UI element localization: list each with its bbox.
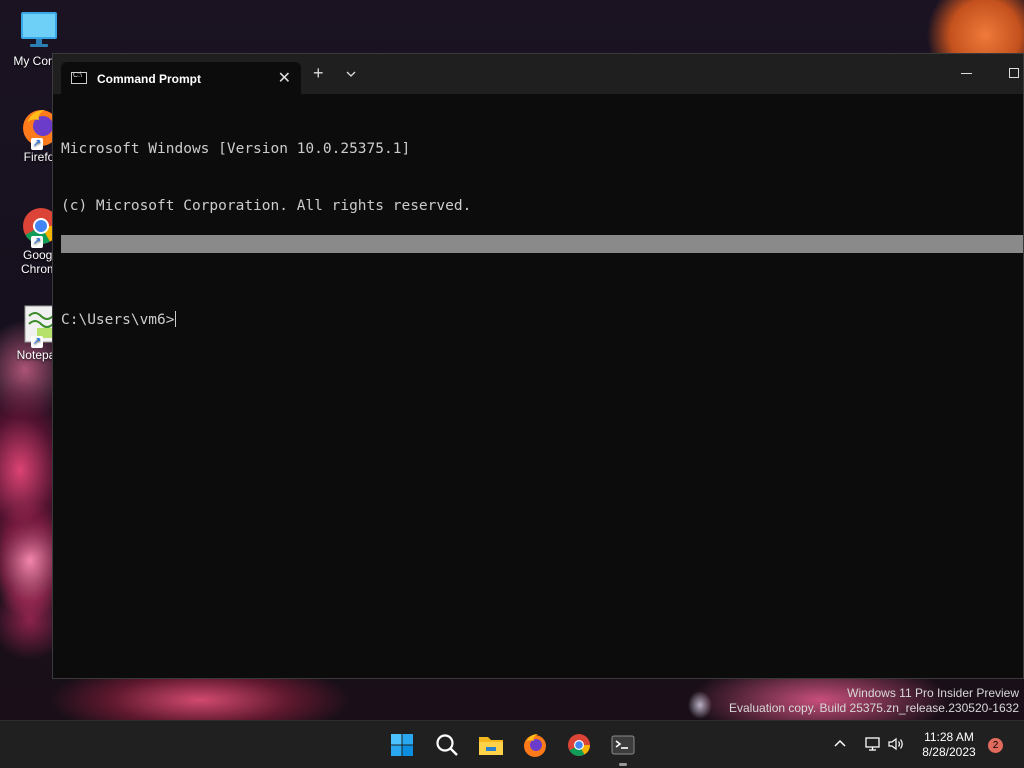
close-tab-icon[interactable]: ✕ xyxy=(278,68,291,88)
title-bar[interactable]: Command Prompt ✕ + xyxy=(53,54,1023,94)
shortcut-arrow-icon: ↗ xyxy=(31,236,43,248)
volume-icon[interactable] xyxy=(887,735,905,753)
tab-title: Command Prompt xyxy=(97,72,202,86)
terminal-icon xyxy=(611,735,635,755)
chevron-up-icon xyxy=(834,739,846,747)
minimize-button[interactable] xyxy=(961,64,975,78)
chrome-icon xyxy=(568,734,590,756)
watermark: Windows 11 Pro Insider Preview Evaluatio… xyxy=(729,686,1019,716)
console-prompt: C:\Users\vm6> xyxy=(61,312,175,328)
clock-time: 11:28 AM xyxy=(924,730,974,744)
text-cursor xyxy=(174,311,176,327)
tab-command-prompt[interactable]: Command Prompt ✕ xyxy=(61,62,301,94)
file-explorer-button[interactable] xyxy=(475,729,507,761)
cmd-icon xyxy=(71,72,87,84)
new-tab-button[interactable]: + xyxy=(313,64,324,82)
monitor-icon xyxy=(17,8,61,52)
folder-icon xyxy=(479,737,503,755)
network-icon[interactable] xyxy=(864,735,882,753)
windows-start-icon xyxy=(391,734,413,756)
watermark-line: Windows 11 Pro Insider Preview xyxy=(847,686,1019,700)
chevron-down-icon[interactable] xyxy=(343,66,359,82)
search-icon xyxy=(436,734,458,756)
clock[interactable]: 11:28 AM 8/28/2023 xyxy=(912,730,986,760)
taskbar: 11:28 AM 8/28/2023 2 xyxy=(0,720,1024,768)
start-button[interactable] xyxy=(386,729,418,761)
shortcut-arrow-icon: ↗ xyxy=(31,336,43,348)
highlighted-row xyxy=(61,235,1023,253)
show-hidden-icons-button[interactable] xyxy=(833,737,847,751)
firefox-taskbar-button[interactable] xyxy=(519,729,551,761)
console-line: Microsoft Windows [Version 10.0.25375.1] xyxy=(61,141,411,157)
search-button[interactable] xyxy=(431,729,463,761)
terminal-window[interactable]: Command Prompt ✕ + Microsoft Windows [Ve… xyxy=(52,53,1024,679)
console-prompt-line: C:\Users\vm6> xyxy=(61,311,1023,330)
maximize-button[interactable] xyxy=(1009,68,1019,78)
shortcut-arrow-icon: ↗ xyxy=(31,138,43,150)
notification-badge[interactable]: 2 xyxy=(988,738,1003,753)
chrome-taskbar-button[interactable] xyxy=(563,729,595,761)
console-line: (c) Microsoft Corporation. All rights re… xyxy=(61,198,472,214)
firefox-icon xyxy=(524,734,546,757)
clock-date: 8/28/2023 xyxy=(922,745,976,759)
terminal-taskbar-button[interactable] xyxy=(607,729,639,766)
watermark-line: Evaluation copy. Build 25375.zn_release.… xyxy=(729,701,1019,715)
